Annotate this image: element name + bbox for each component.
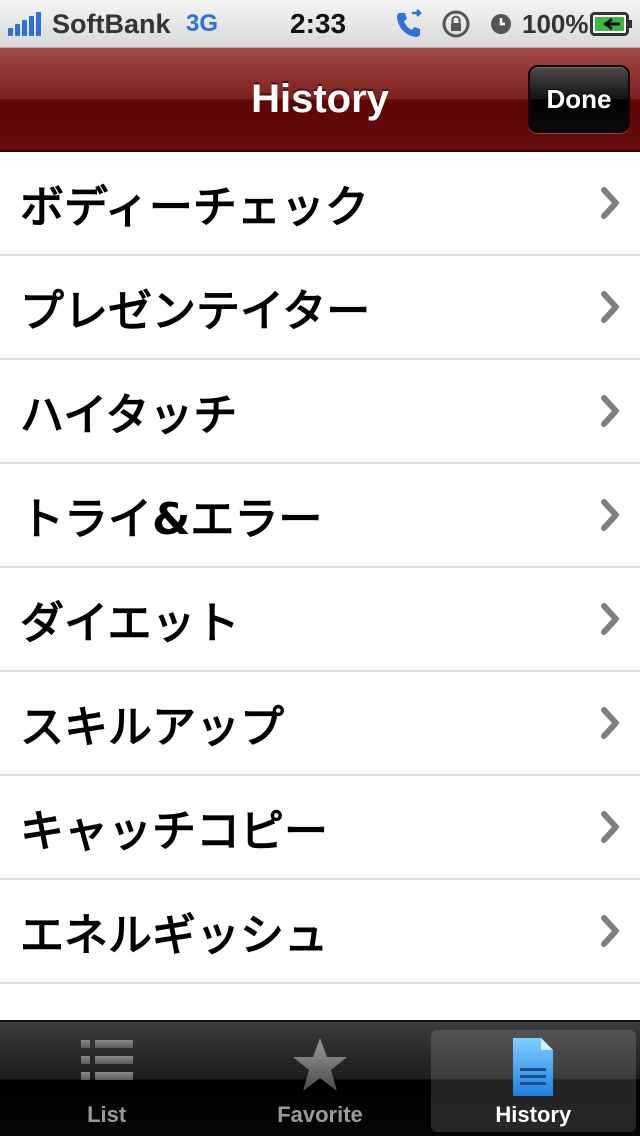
navigation-bar: History Done xyxy=(0,48,640,152)
tab-favorite[interactable]: Favorite xyxy=(213,1022,426,1136)
tab-label: History xyxy=(495,1102,572,1127)
star-icon xyxy=(292,1038,347,1091)
tab-bar: List Favorite History xyxy=(0,1020,640,1136)
list-item-label: スキルアップ xyxy=(20,702,284,753)
chevron-right-icon xyxy=(601,707,619,739)
list-item[interactable]: ダイエット xyxy=(0,568,640,672)
battery-percent: 100% xyxy=(522,8,589,39)
list-item-label: キャッチコピー xyxy=(20,806,328,857)
alarm-clock-icon xyxy=(488,0,514,48)
chevron-right-icon xyxy=(601,811,619,843)
document-icon xyxy=(513,1038,554,1096)
list-item[interactable]: ボディーチェック xyxy=(0,152,640,256)
tab-list[interactable]: List xyxy=(0,1022,213,1136)
list-item-label: ダイエット xyxy=(20,598,240,649)
list-item[interactable]: キャッチコピー xyxy=(0,776,640,880)
list-item[interactable]: スキルアップ xyxy=(0,672,640,776)
rotation-lock-icon xyxy=(441,0,471,48)
chevron-right-icon xyxy=(601,187,619,219)
carrier-name: SoftBank xyxy=(52,8,171,39)
tab-history[interactable]: History xyxy=(427,1022,640,1136)
chevron-right-icon xyxy=(601,395,619,427)
tab-label: List xyxy=(87,1102,127,1127)
phone-forward-icon xyxy=(394,0,424,48)
list-item-label: ボディーチェック xyxy=(20,182,369,233)
list-item-label: エネルギッシュ xyxy=(20,910,328,961)
list-item[interactable]: エネルギッシュ xyxy=(0,880,640,984)
list-item[interactable]: プレゼンテイター xyxy=(0,256,640,360)
list-item-label: プレゼンテイター xyxy=(20,286,371,337)
list-item-label: ハイタッチ xyxy=(20,390,238,441)
history-list[interactable]: ボディーチェック プレゼンテイター ハイタッチ トライ&エラー ダイエット スキ… xyxy=(0,152,640,1020)
status-bar: SoftBank 3G 2:33 100% xyxy=(0,0,640,48)
list-item-label: トライ&エラー xyxy=(20,494,323,545)
network-type: 3G xyxy=(186,10,219,37)
chevron-right-icon xyxy=(601,915,619,947)
chevron-right-icon xyxy=(601,603,619,635)
status-time: 2:33 xyxy=(290,8,347,39)
list-item[interactable]: トライ&エラー xyxy=(0,464,640,568)
list-icon xyxy=(80,1040,133,1080)
chevron-right-icon xyxy=(601,499,619,531)
chevron-right-icon xyxy=(601,291,619,323)
done-button[interactable]: Done xyxy=(528,65,630,133)
tab-label: Favorite xyxy=(277,1102,363,1127)
list-item[interactable]: ハイタッチ xyxy=(0,360,640,464)
battery-charging-icon xyxy=(590,0,634,48)
list-item[interactable] xyxy=(0,984,640,1020)
signal-icon xyxy=(8,0,46,48)
